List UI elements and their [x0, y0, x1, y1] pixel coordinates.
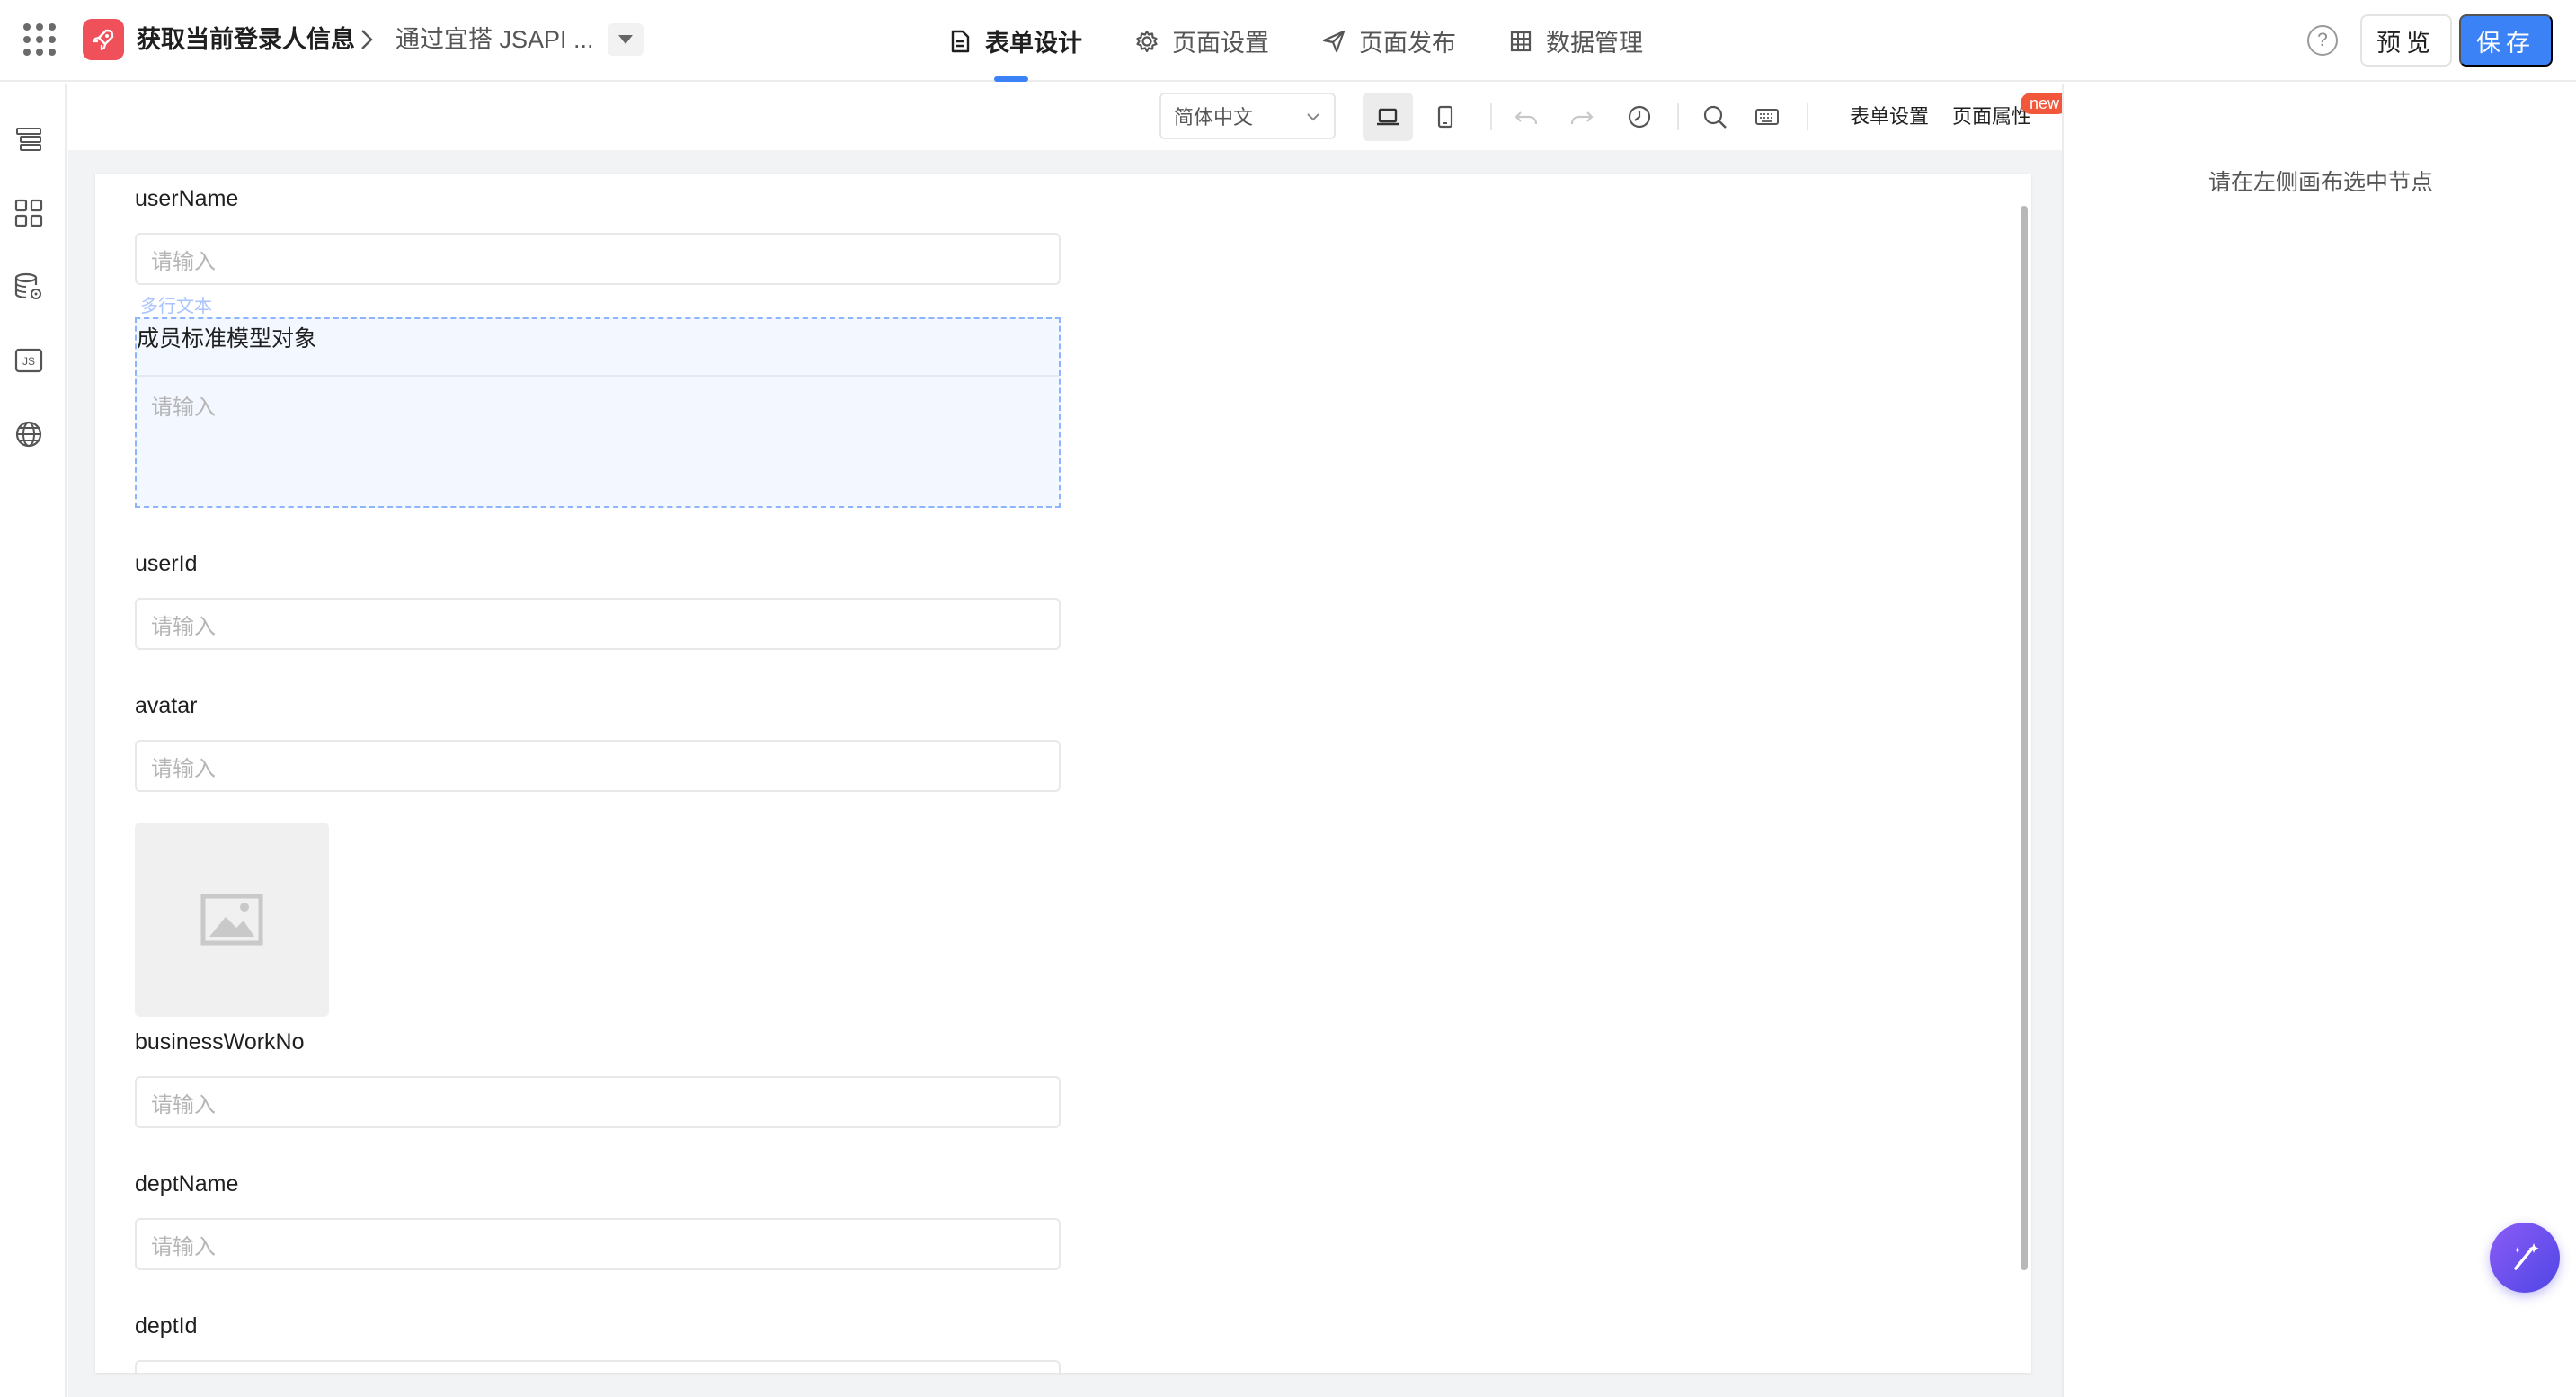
image-placeholder[interactable]: [135, 823, 329, 1017]
tab-label: 数据管理: [1546, 30, 1643, 57]
business-work-no-input[interactable]: 请输入: [135, 1076, 1061, 1128]
send-icon: [1322, 30, 1346, 52]
redo-button[interactable]: [1557, 93, 1607, 141]
main-tabs: 表单设计 页面设置 页面发布 数据管理: [947, 0, 1695, 82]
save-button[interactable]: 保存: [2459, 14, 2553, 67]
mobile-icon: [1437, 105, 1453, 129]
toolbar-divider: [1807, 103, 1808, 130]
desktop-view-button[interactable]: [1363, 93, 1413, 141]
components-grid-icon[interactable]: [13, 197, 45, 229]
canvas-area: 简体中文 表单设置 页面属性 new userName 请输入 多行文本 成员标…: [68, 84, 2069, 1397]
clock-icon: [1628, 105, 1651, 129]
app-title[interactable]: 获取当前登录人信息: [137, 22, 355, 58]
top-bar: 获取当前登录人信息 通过宜搭 JSAPI ... 表单设计 页面设置 页面发布 …: [0, 0, 2576, 82]
outline-tree-icon[interactable]: [13, 123, 45, 156]
left-rail: JS: [0, 84, 67, 1397]
keyboard-icon: [1755, 109, 1779, 125]
language-select[interactable]: 简体中文: [1159, 93, 1336, 139]
breadcrumb-page-name[interactable]: 通过宜搭 JSAPI ...: [395, 22, 594, 58]
avatar-input[interactable]: 请输入: [135, 740, 1061, 792]
search-button[interactable]: [1690, 93, 1740, 141]
caret-down-icon: [618, 35, 633, 44]
shortcuts-button[interactable]: [1742, 93, 1792, 141]
selected-textarea-field[interactable]: 成员标准模型对象 请输入: [135, 317, 1061, 508]
redo-icon: [1570, 111, 1594, 125]
field-label-business-work-no: businessWorkNo: [135, 1029, 305, 1054]
language-value: 简体中文: [1174, 106, 1254, 129]
selected-component-tag: 多行文本: [140, 297, 212, 316]
field-label-avatar: avatar: [135, 693, 198, 718]
input-placeholder: 请输入: [151, 249, 216, 274]
laptop-icon: [1377, 108, 1399, 126]
chevron-down-icon: [1307, 113, 1319, 121]
field-label-dept-name: deptName: [135, 1171, 239, 1197]
empty-selection-hint: 请在左侧画布选中节点: [2207, 170, 2433, 195]
tab-page-publish[interactable]: 页面发布: [1321, 0, 1456, 82]
tab-page-settings[interactable]: 页面设置: [1134, 0, 1269, 82]
input-placeholder: 请输入: [151, 614, 216, 639]
js-code-icon[interactable]: JS: [13, 344, 45, 377]
page-properties-link[interactable]: 页面属性: [1952, 102, 2031, 132]
field-label-dept-id: deptId: [135, 1313, 198, 1339]
chevron-right-icon: [361, 30, 373, 49]
history-button[interactable]: [1614, 93, 1665, 141]
form-canvas[interactable]: userName 请输入 多行文本 成员标准模型对象 请输入 userId 请输…: [95, 174, 2031, 1373]
help-icon[interactable]: ?: [2307, 25, 2338, 56]
input-placeholder: 请输入: [151, 1092, 216, 1117]
input-placeholder: 请输入: [151, 756, 216, 781]
form-settings-link[interactable]: 表单设置: [1850, 102, 1929, 132]
tab-label: 页面发布: [1359, 30, 1456, 57]
document-icon: [951, 30, 970, 52]
gear-icon: [1136, 30, 1158, 52]
toolbar-divider: [1490, 103, 1492, 130]
tab-form-design[interactable]: 表单设计: [947, 0, 1082, 82]
ai-assistant-button[interactable]: [2490, 1223, 2560, 1293]
dept-name-input[interactable]: 请输入: [135, 1218, 1061, 1270]
rocket-icon: [92, 29, 114, 51]
field-label-userid: userId: [135, 551, 198, 576]
canvas-scrollbar[interactable]: [2021, 206, 2028, 1270]
image-icon: [200, 894, 263, 946]
tab-label: 表单设计: [985, 30, 1082, 57]
undo-icon: [1515, 111, 1538, 125]
globe-icon[interactable]: [13, 418, 45, 450]
search-icon: [1703, 105, 1727, 129]
data-source-icon[interactable]: [13, 271, 45, 303]
properties-panel: 请在左侧画布选中节点: [2062, 84, 2576, 1397]
dept-id-input[interactable]: [135, 1360, 1061, 1373]
username-input[interactable]: 请输入: [135, 233, 1061, 285]
magic-wand-icon: [2514, 1243, 2539, 1270]
input-placeholder: 请输入: [151, 1234, 216, 1259]
undo-button[interactable]: [1501, 93, 1551, 141]
field-label-username: userName: [135, 186, 239, 211]
svg-text:JS: JS: [22, 355, 35, 368]
userid-input[interactable]: 请输入: [135, 598, 1061, 650]
tab-data-management[interactable]: 数据管理: [1508, 0, 1643, 82]
member-model-textarea[interactable]: 请输入: [137, 375, 1059, 506]
app-logo: [83, 19, 124, 60]
preview-button[interactable]: 预览: [2360, 14, 2452, 67]
mobile-view-button[interactable]: [1420, 93, 1470, 141]
toolbar-divider: [1677, 103, 1679, 130]
table-icon: [1510, 31, 1532, 51]
input-placeholder: 请输入: [151, 396, 216, 420]
tab-label: 页面设置: [1172, 30, 1269, 57]
canvas-toolbar: 简体中文 表单设置 页面属性 new: [68, 84, 2069, 150]
apps-grid-icon[interactable]: [23, 23, 56, 56]
page-switch-dropdown[interactable]: [608, 23, 644, 56]
field-label-member-model: 成员标准模型对象: [137, 326, 317, 351]
